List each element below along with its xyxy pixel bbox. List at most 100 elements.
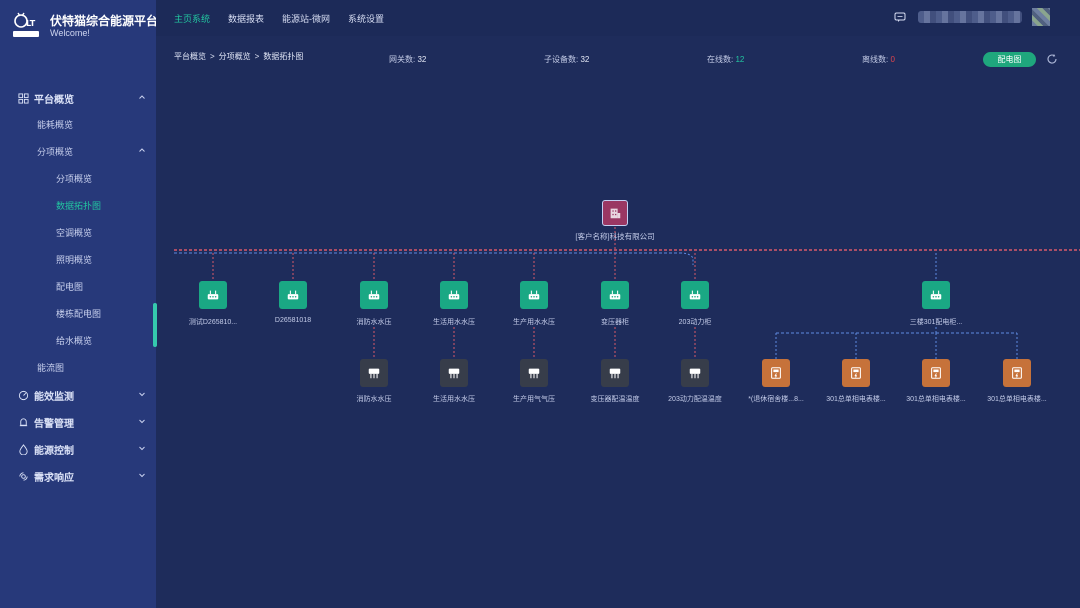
meter-device-node[interactable] bbox=[842, 359, 870, 387]
top-header: 主页系统 数据报表 能源站-微网 系统设置 bbox=[156, 0, 1080, 36]
sensor-icon bbox=[688, 366, 702, 380]
meter-icon bbox=[1010, 366, 1024, 380]
sidebar-item-label: 告警管理 bbox=[34, 418, 74, 430]
router-icon bbox=[447, 288, 461, 302]
sidebar-scroll-handle[interactable] bbox=[153, 303, 157, 347]
breadcrumb-item[interactable]: 平台概览 bbox=[174, 52, 206, 61]
sidebar-item[interactable]: 楼栋配电图 bbox=[0, 301, 156, 325]
stat-subdevices-value: 32 bbox=[580, 55, 590, 64]
gateway-node-label: 三楼301配电柜... bbox=[909, 319, 963, 326]
sidebar: LT 伏特猫综合能源平台 Welcome! 平台概览 能耗概览 分项概览 分项概览 数据… bbox=[0, 0, 158, 608]
distribution-diagram-button[interactable]: 配电图 bbox=[983, 52, 1036, 67]
sidebar-item-label: 能效监测 bbox=[34, 391, 74, 403]
sidebar-item[interactable]: 分项概览 bbox=[0, 166, 156, 190]
sensor-device-node-label: 消防水水压 bbox=[356, 396, 392, 403]
sidebar-item-label: 给水概览 bbox=[56, 335, 93, 346]
stat-offline: 离线数: 0 bbox=[862, 54, 895, 65]
sensor-icon bbox=[608, 366, 622, 380]
sidebar-item[interactable]: 能效监测 bbox=[0, 383, 156, 407]
sidebar-item-label: 能流图 bbox=[37, 362, 65, 373]
grid-icon bbox=[18, 92, 29, 104]
gateway-node[interactable] bbox=[279, 281, 307, 309]
breadcrumb-item: 数据拓扑图 bbox=[263, 52, 304, 61]
meter-device-node-label: *(退休宿舍楼...8... bbox=[748, 396, 804, 403]
sensor-device-node[interactable] bbox=[360, 359, 388, 387]
router-icon bbox=[688, 288, 702, 302]
chevron-down-icon bbox=[139, 419, 145, 424]
sidebar-item-label: 楼栋配电图 bbox=[56, 308, 102, 319]
sidebar-item[interactable]: 给水概览 bbox=[0, 328, 156, 352]
gateway-node[interactable] bbox=[440, 281, 468, 309]
brand-subtitle: Welcome! bbox=[50, 28, 90, 38]
meter-device-node-label: 301总单相电表楼... bbox=[906, 396, 966, 403]
sidebar-item[interactable]: 分项概览 bbox=[0, 139, 156, 163]
router-icon bbox=[286, 288, 300, 302]
tab-home[interactable]: 主页系统 bbox=[174, 12, 210, 25]
meter-device-node-label: 301总单相电表楼... bbox=[987, 396, 1047, 403]
message-icon[interactable] bbox=[894, 12, 906, 23]
meter-device-node[interactable] bbox=[762, 359, 790, 387]
gateway-node[interactable] bbox=[360, 281, 388, 309]
sidebar-item[interactable]: 能流图 bbox=[0, 355, 156, 379]
sensor-device-node[interactable] bbox=[601, 359, 629, 387]
sensor-device-node[interactable] bbox=[681, 359, 709, 387]
gateway-node[interactable] bbox=[199, 281, 227, 309]
root-company-node-label: [客户名称]科技有限公司 bbox=[575, 232, 655, 241]
avatar[interactable] bbox=[1032, 8, 1050, 26]
breadcrumb-item[interactable]: 分项概览 bbox=[219, 52, 251, 61]
tab-reports[interactable]: 数据报表 bbox=[228, 12, 264, 25]
stat-subdevices: 子设备数: 32 bbox=[544, 54, 589, 65]
gateway-node[interactable] bbox=[681, 281, 709, 309]
sidebar-item[interactable]: 平台概览 bbox=[0, 86, 156, 110]
gateway-node-label: 变压器柜 bbox=[601, 319, 629, 326]
gauge-icon bbox=[18, 390, 29, 400]
sidebar-item[interactable]: 照明概览 bbox=[0, 247, 156, 271]
sidebar-item[interactable]: 能源控制 bbox=[0, 437, 156, 461]
user-name-blurred[interactable] bbox=[918, 11, 1022, 23]
meter-icon bbox=[929, 366, 943, 380]
sidebar-item-label: 照明概览 bbox=[56, 254, 93, 265]
stat-online-value: 12 bbox=[735, 55, 745, 64]
building-icon bbox=[608, 206, 622, 220]
sensor-icon bbox=[367, 366, 381, 380]
drop-icon bbox=[19, 443, 28, 455]
stat-subdevices-label: 子设备数: bbox=[544, 55, 579, 64]
alarm-icon bbox=[19, 417, 28, 426]
sidebar-item[interactable]: 能耗概览 bbox=[0, 112, 156, 136]
sensor-device-node-label: 203动力配温温度 bbox=[668, 396, 722, 403]
router-icon bbox=[527, 288, 541, 302]
meter-device-node-label: 301总单相电表楼... bbox=[826, 396, 886, 403]
gateway-node-label: D26581018 bbox=[274, 317, 312, 324]
chevron-up-icon bbox=[139, 95, 145, 99]
sidebar-item[interactable]: 需求响应 bbox=[0, 464, 156, 488]
sidebar-item-label: 分项概览 bbox=[37, 146, 74, 157]
sidebar-item-label: 分项概览 bbox=[56, 173, 93, 184]
gateway-link-line bbox=[679, 252, 694, 265]
tab-microgrid[interactable]: 能源站-微网 bbox=[282, 12, 330, 25]
meter-device-node[interactable] bbox=[1003, 359, 1031, 387]
sidebar-item[interactable]: 告警管理 bbox=[0, 410, 156, 434]
gateway-node[interactable] bbox=[601, 281, 629, 309]
root-company-node[interactable] bbox=[602, 200, 628, 226]
sidebar-item[interactable]: 空调概览 bbox=[0, 220, 156, 244]
sensor-icon bbox=[447, 366, 461, 380]
stat-offline-label: 离线数: bbox=[862, 55, 889, 64]
sensor-device-node-label: 生产用气气压 bbox=[513, 396, 555, 403]
stat-offline-value: 0 bbox=[890, 55, 895, 64]
sidebar-item[interactable]: 数据拓扑图 bbox=[0, 193, 156, 217]
gateway-node[interactable] bbox=[922, 281, 950, 309]
gateway-node[interactable] bbox=[520, 281, 548, 309]
router-icon bbox=[206, 288, 220, 302]
sidebar-item-label: 能耗概览 bbox=[37, 119, 74, 130]
sensor-device-node-label: 生活用水水压 bbox=[433, 396, 475, 403]
sensor-device-node[interactable] bbox=[440, 359, 468, 387]
sensor-device-node-label: 变压器配温温度 bbox=[590, 396, 640, 403]
tab-settings[interactable]: 系统设置 bbox=[348, 12, 384, 25]
stat-online: 在线数: 12 bbox=[707, 54, 744, 65]
sidebar-item[interactable]: 配电图 bbox=[0, 274, 156, 298]
refresh-icon[interactable] bbox=[1046, 53, 1058, 65]
stat-online-label: 在线数: bbox=[707, 55, 734, 64]
sensor-device-node[interactable] bbox=[520, 359, 548, 387]
meter-device-node[interactable] bbox=[922, 359, 950, 387]
router-icon bbox=[608, 288, 622, 302]
